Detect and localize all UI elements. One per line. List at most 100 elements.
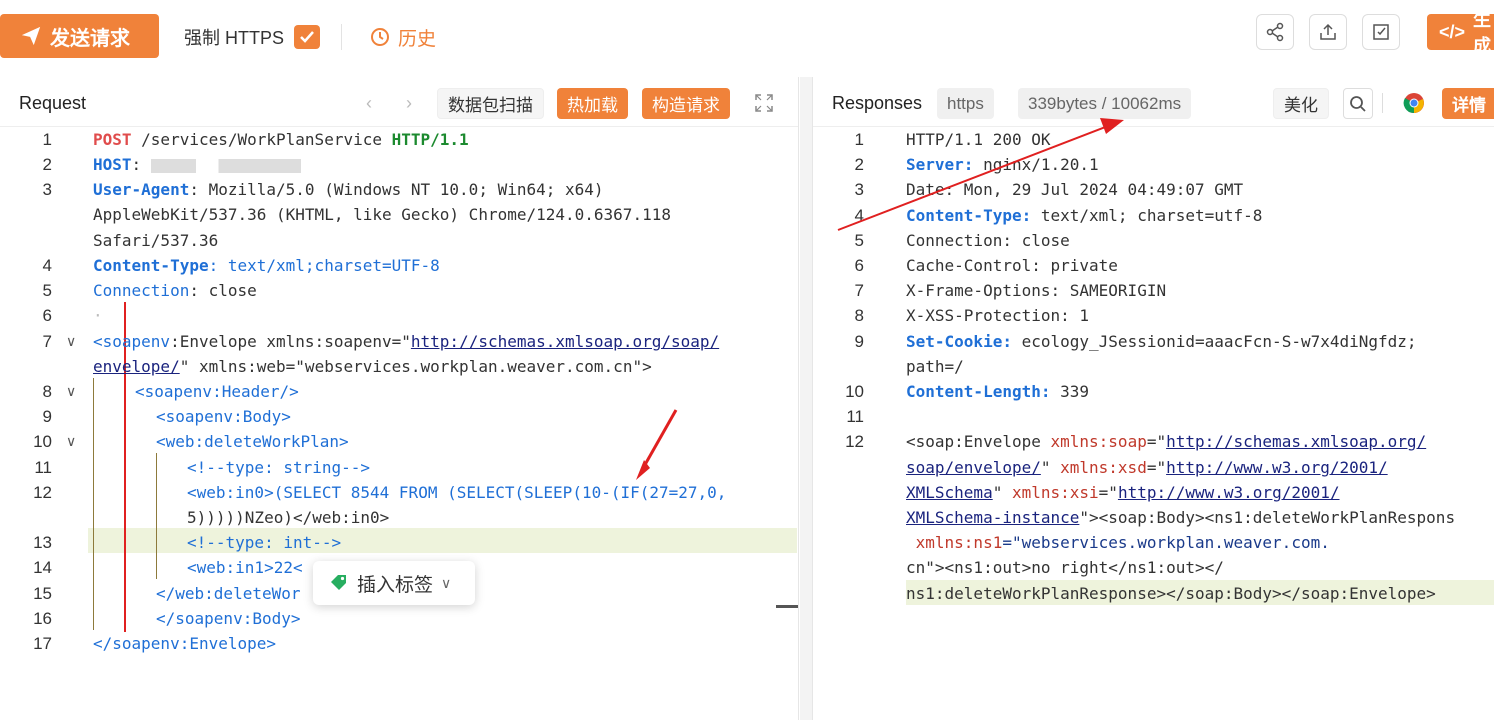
code-icon: </> [1439,21,1466,42]
send-icon [21,26,41,46]
upload-icon [1320,23,1336,40]
packet-scan-label: 数据包扫描 [448,96,533,115]
line-number: 15 [33,584,52,603]
xml-tag: <soap:Envelope [906,432,1051,451]
generate-code-button[interactable]: </> 生成 [1427,10,1494,56]
code-line: X-Frame-Options: SAMEORIGIN [906,281,1167,300]
header-value: text/xml; charset=utf-8 [1031,206,1263,225]
line-number: 11 [34,458,52,477]
code-line: soap/envelope/" xmlns:xsd="http://www.w3… [906,458,1388,477]
hot-load-button[interactable]: 热加载 [557,88,628,119]
chevron-down-icon: ∨ [441,574,452,591]
code-line: </web:deleteWor [156,584,301,603]
indent-guide [156,453,157,579]
fold-chevron-icon[interactable]: ∨ [66,333,76,350]
search-button[interactable] [1343,88,1373,119]
red-annotation-line [124,302,126,632]
code-line: Safari/537.36 [93,231,218,250]
export-button[interactable] [1309,14,1347,50]
send-request-button[interactable]: 发送请求 [0,14,159,58]
header-key: Content-Type: [906,206,1032,225]
detail-label: 详情 [1452,96,1486,115]
code-line: Date: Mon, 29 Jul 2024 04:49:07 GMT [906,180,1244,199]
insert-tag-label: 插入标签 [357,574,434,596]
panel-splitter[interactable] [800,77,812,720]
insert-tag-popup[interactable]: 插入标签 ∨ [313,561,475,605]
code-line: HOST: [93,155,301,174]
xml-attr: xmlns:soap [1050,432,1147,451]
tag-icon [331,575,346,590]
xml-text: "><soap:Body><ns1:deleteWorkPlanRespons [1079,508,1456,527]
header-value: : close [189,281,257,300]
force-https-toggle[interactable]: 强制 HTTPS [184,24,321,50]
line-number: 11 [846,407,864,426]
xml-attr: xmlns:xsi [1011,483,1099,502]
line-number: 13 [33,533,52,552]
xml-attr: xmlns:xsd [1060,458,1147,477]
size-time-badge: 339bytes / 10062ms [1018,88,1192,119]
code-line: envelope/" xmlns:web="webservices.workpl… [93,357,652,376]
scrollbar-marker[interactable] [776,605,798,608]
chrome-icon[interactable] [1403,92,1425,114]
xml-punct: =" [1146,458,1167,477]
construct-request-button[interactable]: 构造请求 [642,88,730,119]
code-line: <soapenv:Header/> [135,382,299,401]
code-line: Content-Type: text/xml;charset=UTF-8 [93,256,440,275]
xml-url: XMLSchema [906,483,993,502]
line-number: 14 [33,558,52,577]
beautify-button[interactable]: 美化 [1273,88,1329,119]
packet-scan-button[interactable]: 数据包扫描 [437,88,544,119]
line-number: 8 [854,306,864,325]
response-title: Responses [832,93,923,113]
hot-load-label: 热加载 [567,96,618,115]
line-number: 12 [33,483,52,502]
history-button[interactable]: 历史 [370,24,436,50]
line-number: 9 [854,332,864,351]
chevron-right-icon[interactable]: › [406,93,412,114]
code-line: Content-Type: text/xml; charset=utf-8 [906,206,1262,225]
request-title: Request [19,93,87,113]
generate-label: 生成 [1473,10,1492,56]
header-key: Server: [906,155,974,174]
line-number: 1 [854,130,864,149]
line-number: 5 [854,231,864,250]
line-number: 10 [845,382,864,401]
fold-chevron-icon[interactable]: ∨ [66,383,76,400]
clock-icon [371,28,389,46]
xml-url: http://schemas.xmlsoap.org/ [1166,432,1427,451]
chevron-left-icon[interactable]: ‹ [366,93,372,114]
code-line: <!--type: int--> [187,533,342,552]
fold-chevron-icon[interactable]: ∨ [66,433,76,450]
code-line: <web:in1>22< [187,558,303,577]
xml-punct: " [992,483,1012,502]
header-value: 339 [1050,382,1090,401]
code-line: xmlns:ns1="webservices.workplan.weaver.c… [906,533,1330,552]
save-button[interactable] [1362,14,1400,50]
xml-tag: <soapenv [93,332,171,351]
line-number: 4 [42,256,52,275]
xml-punct: =" [1146,432,1167,451]
share-button[interactable] [1256,14,1294,50]
code-line: XMLSchema" xmlns:xsi="http://www.w3.org/… [906,483,1340,502]
expand-icon[interactable] [755,94,773,112]
code-line: AppleWebKit/537.36 (KHTML, like Gecko) C… [93,205,671,224]
header-key: Content-Type [93,256,209,275]
code-line: Cache-Control: private [906,256,1118,275]
construct-request-label: 构造请求 [652,96,720,115]
code-line: <soapenv:Body> [156,407,291,426]
code-line: POST /services/WorkPlanService HTTP/1.1 [93,130,469,149]
xml-value: ="webservices.workplan.weaver.com. [1002,533,1330,552]
header-value: AppleWebKit/537.36 (KHTML, like Gecko) C… [93,205,671,224]
request-path: /services/WorkPlanService [131,130,392,149]
force-https-checkbox[interactable] [294,25,321,49]
response-panel-header: Responses https 339bytes / 10062ms 美化 详情 [813,77,1494,127]
xml-url: envelope/ [93,357,180,376]
code-line: ns1:deleteWorkPlanResponse></soap:Body><… [906,584,1436,603]
xml-url: soap/envelope/ [906,458,1041,477]
header-key: HOST [93,155,132,174]
http-method: POST [93,130,132,149]
detail-button[interactable]: 详情 [1442,88,1494,119]
header-value: : [131,155,151,174]
code-line: <soap:Envelope xmlns:soap="http://schema… [906,432,1426,451]
line-number: 6 [42,306,52,325]
